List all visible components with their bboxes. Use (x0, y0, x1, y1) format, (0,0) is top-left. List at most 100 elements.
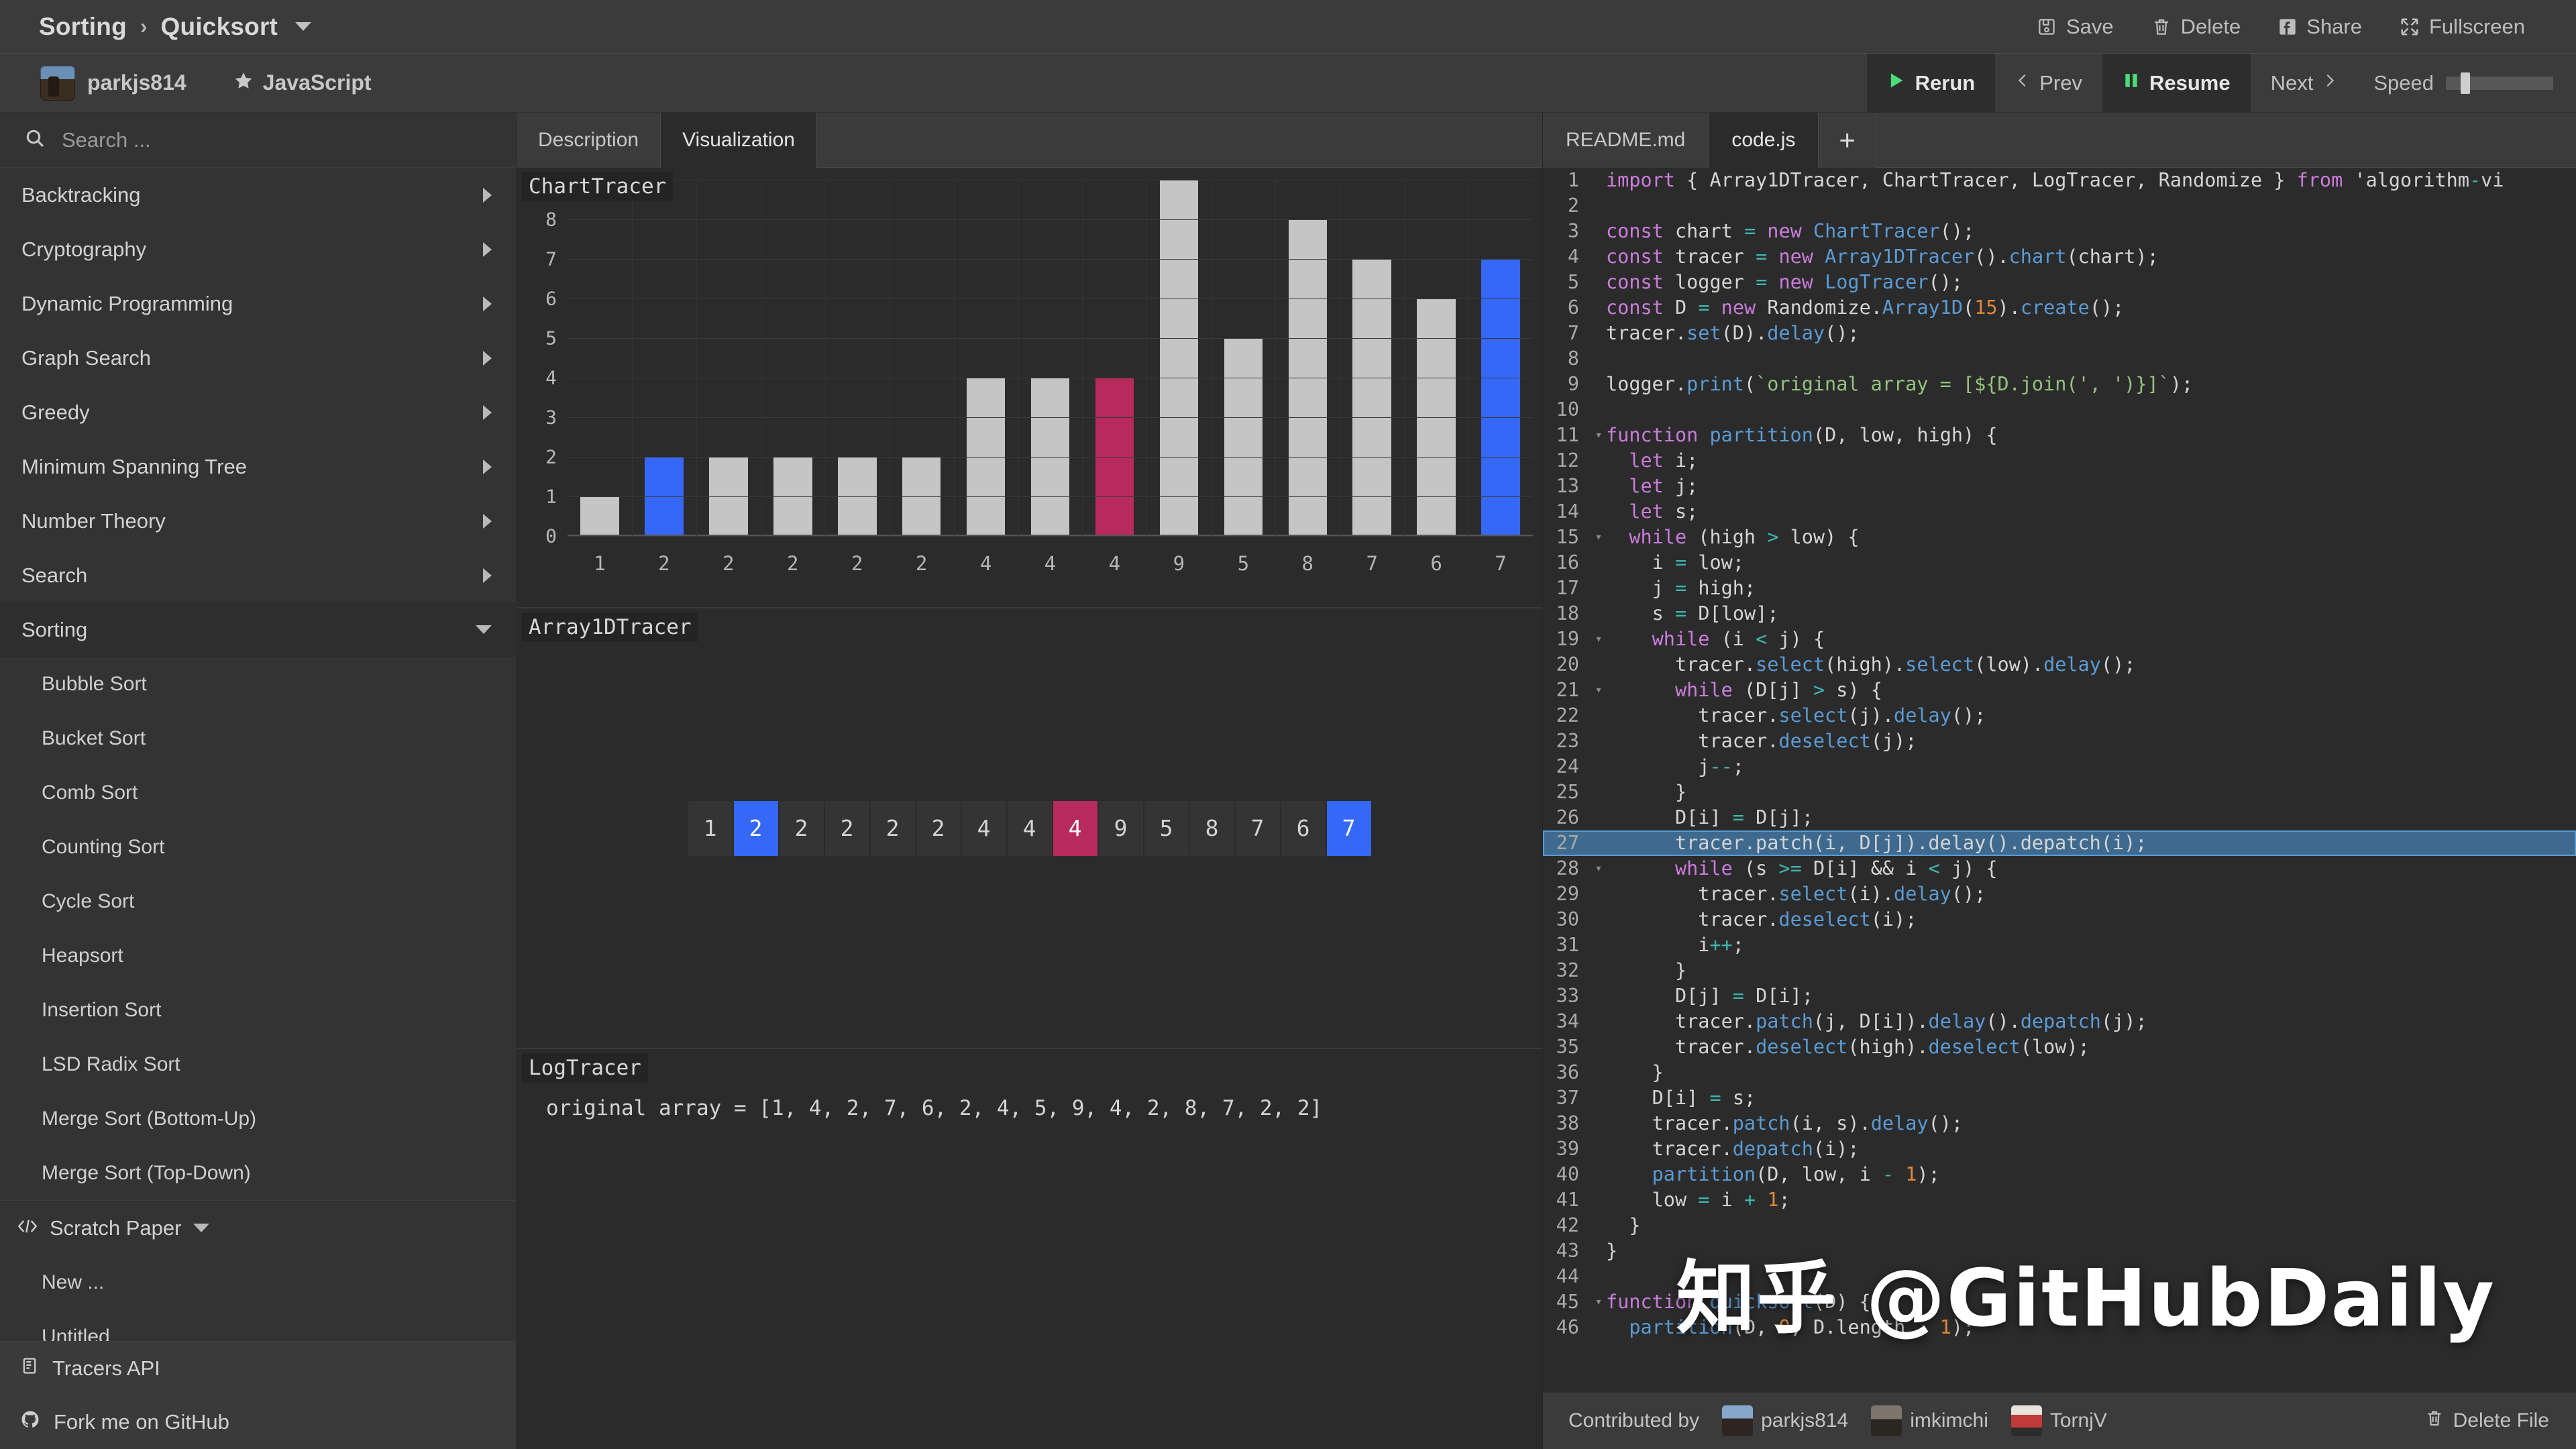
array-cell[interactable]: 5 (1144, 800, 1189, 856)
code-line[interactable]: 33 D[j] = D[i]; (1543, 983, 2576, 1009)
fold-toggle-icon[interactable]: ▾ (1591, 627, 1606, 652)
code-line[interactable]: 18 s = D[low]; (1543, 601, 2576, 627)
chevron-down-icon[interactable] (295, 22, 312, 31)
array-cell[interactable]: 7 (1326, 800, 1371, 856)
rerun-button[interactable]: Rerun (1866, 53, 1996, 113)
fold-toggle-icon[interactable]: ▾ (1591, 423, 1606, 448)
sidebar-item-minimum-spanning-tree[interactable]: Minimum Spanning Tree (0, 439, 516, 494)
code-line[interactable]: 42 } (1543, 1213, 2576, 1238)
speed-slider[interactable] (2446, 72, 2553, 94)
chevron-right-icon[interactable] (483, 405, 492, 420)
array-cell[interactable]: 1 (688, 800, 733, 856)
array-cell[interactable]: 2 (779, 800, 824, 856)
contributor-parkjs814[interactable]: parkjs814 (1722, 1405, 1848, 1436)
array-cell[interactable]: 4 (961, 800, 1006, 856)
chevron-right-icon[interactable] (483, 187, 492, 203)
tab-code-js[interactable]: code.js (1709, 113, 1819, 168)
code-line[interactable]: 4 const tracer = new Array1DTracer().char… (1543, 244, 2576, 270)
contributor-tornjv[interactable]: TornjV (2010, 1405, 2107, 1436)
code-line[interactable]: 35 tracer.deselect(high).deselect(low); (1543, 1034, 2576, 1060)
code-line[interactable]: 46 partition(D, 0, D.length - 1); (1543, 1315, 2576, 1340)
chevron-right-icon[interactable] (483, 568, 492, 583)
sidebar-item-bucket-sort[interactable]: Bucket Sort (0, 711, 516, 765)
delete-file-button[interactable]: Delete File (2425, 1409, 2549, 1433)
prev-button[interactable]: Prev (1995, 54, 2102, 113)
sidebar-item-fork-github[interactable]: Fork me on GitHub (0, 1395, 516, 1449)
sidebar-group-scratch-paper[interactable]: Scratch Paper (0, 1200, 516, 1255)
array-cell[interactable]: 6 (1281, 800, 1326, 856)
sidebar-item-lsd-radix-sort[interactable]: LSD Radix Sort (0, 1037, 516, 1091)
delete-button[interactable]: Delete (2133, 0, 2260, 54)
fold-toggle-icon[interactable]: ▾ (1591, 1289, 1606, 1315)
sidebar-item-insertion-sort[interactable]: Insertion Sort (0, 983, 516, 1037)
next-button[interactable]: Next (2251, 54, 2358, 113)
code-line[interactable]: 23 tracer.deselect(j); (1543, 729, 2576, 754)
code-line[interactable]: 39 tracer.depatch(i); (1543, 1136, 2576, 1162)
code-line[interactable]: 10 (1543, 397, 2576, 423)
array-cell[interactable]: 2 (824, 800, 869, 856)
search-input[interactable] (60, 127, 492, 153)
chevron-down-icon[interactable] (476, 625, 492, 634)
code-line[interactable]: 34 tracer.patch(j, D[i]).delay().depatch… (1543, 1009, 2576, 1034)
add-file-button[interactable]: + (1819, 113, 1876, 168)
code-line[interactable]: 38 tracer.patch(i, s).delay(); (1543, 1111, 2576, 1136)
sidebar-item-cycle-sort[interactable]: Cycle Sort (0, 874, 516, 928)
sidebar-item-heapsort[interactable]: Heapsort (0, 928, 516, 983)
sidebar-item-graph-search[interactable]: Graph Search (0, 331, 516, 385)
code-line[interactable]: 40 partition(D, low, i - 1); (1543, 1162, 2576, 1187)
sidebar-item-merge-sort-bottom-up[interactable]: Merge Sort (Bottom-Up) (0, 1091, 516, 1146)
sidebar-item-comb-sort[interactable]: Comb Sort (0, 765, 516, 820)
code-editor[interactable]: 1 import { Array1DTracer, ChartTracer, Lo… (1543, 168, 2576, 1392)
code-line[interactable]: 8 (1543, 346, 2576, 372)
code-line[interactable]: 41 low = i + 1; (1543, 1187, 2576, 1213)
sidebar-item-untitled[interactable]: Untitled (0, 1309, 516, 1342)
tab-visualization[interactable]: Visualization (661, 113, 817, 168)
code-line[interactable]: 3 const chart = new ChartTracer(); (1543, 219, 2576, 244)
share-button[interactable]: Share (2259, 0, 2381, 54)
sidebar-item-backtracking[interactable]: Backtracking (0, 168, 516, 222)
fold-toggle-icon[interactable]: ▾ (1591, 525, 1606, 550)
code-line[interactable]: 44 (1543, 1264, 2576, 1289)
code-line[interactable]: 24 j--; (1543, 754, 2576, 780)
chevron-right-icon[interactable] (483, 513, 492, 529)
resume-button[interactable]: Resume (2102, 53, 2251, 113)
code-line[interactable]: 9 logger.print(`original array = [${D.joi… (1543, 372, 2576, 397)
array-cell[interactable]: 8 (1189, 800, 1234, 856)
chevron-right-icon[interactable] (483, 241, 492, 257)
code-line[interactable]: 13 let j; (1543, 474, 2576, 499)
chevron-right-icon[interactable] (483, 296, 492, 311)
code-line[interactable]: 14 let s; (1543, 499, 2576, 525)
code-line[interactable]: 26 D[i] = D[j]; (1543, 805, 2576, 830)
breadcrumb-root[interactable]: Sorting (39, 13, 127, 41)
sidebar-item-dynamic-programming[interactable]: Dynamic Programming (0, 276, 516, 331)
sidebar-item-bubble-sort[interactable]: Bubble Sort (0, 657, 516, 711)
fullscreen-button[interactable]: Fullscreen (2381, 0, 2544, 54)
code-line[interactable]: 45 ▾ function quicksort(D) { (1543, 1289, 2576, 1315)
code-line[interactable]: 43} (1543, 1238, 2576, 1264)
tab-description[interactable]: Description (517, 113, 661, 168)
save-button[interactable]: Save (2018, 0, 2133, 54)
array-cell[interactable]: 7 (1235, 800, 1280, 856)
fold-toggle-icon[interactable]: ▾ (1591, 678, 1606, 703)
chevron-down-icon[interactable] (193, 1224, 210, 1232)
code-line[interactable]: 29 tracer.select(i).delay(); (1543, 881, 2576, 907)
sidebar-item-sorting[interactable]: Sorting (0, 602, 516, 657)
sidebar-item-counting-sort[interactable]: Counting Sort (0, 820, 516, 874)
array-cell[interactable]: 2 (916, 800, 961, 856)
code-line[interactable]: 22 tracer.select(j).delay(); (1543, 703, 2576, 729)
sidebar-item-greedy[interactable]: Greedy (0, 385, 516, 439)
code-line[interactable]: 32 } (1543, 958, 2576, 983)
code-line[interactable]: 12 let i; (1543, 448, 2576, 474)
code-line[interactable]: 30 tracer.deselect(i); (1543, 907, 2576, 932)
code-line[interactable]: 2 (1543, 193, 2576, 219)
code-line[interactable]: 25 } (1543, 780, 2576, 805)
fold-toggle-icon[interactable]: ▾ (1591, 856, 1606, 881)
array-cell[interactable]: 2 (870, 800, 915, 856)
array-cell[interactable]: 4 (1007, 800, 1052, 856)
owner-name[interactable]: parkjs814 (87, 70, 186, 95)
code-line[interactable]: 17 j = high; (1543, 576, 2576, 601)
chevron-right-icon[interactable] (483, 350, 492, 366)
owner-info[interactable]: parkjs814 JavaScript (0, 65, 372, 101)
code-line[interactable]: 1 import { Array1DTracer, ChartTracer, Lo… (1543, 168, 2576, 193)
sidebar-item-tracers-api[interactable]: Tracers API (0, 1342, 516, 1395)
